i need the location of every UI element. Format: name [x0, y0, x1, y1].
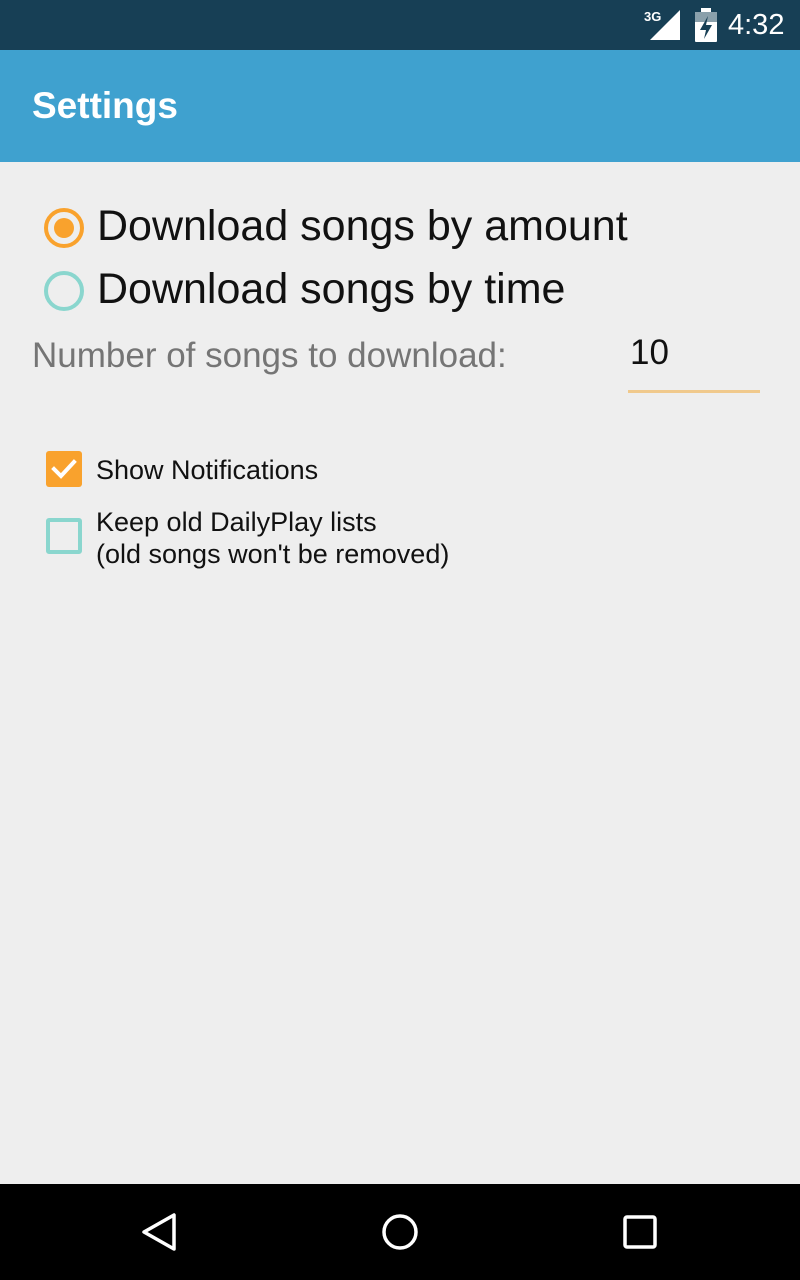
- radio-label-by-time: Download songs by time: [97, 265, 566, 313]
- recents-icon: [623, 1215, 657, 1249]
- navigation-bar: [0, 1184, 800, 1280]
- songs-amount-label: Number of songs to download:: [32, 336, 507, 375]
- page-title: Settings: [32, 85, 178, 126]
- status-clock: 4:32: [728, 9, 785, 41]
- back-button[interactable]: [100, 1184, 220, 1280]
- radio-button-unchecked[interactable]: [44, 271, 84, 311]
- home-button[interactable]: [340, 1184, 460, 1280]
- battery-charging-icon: [695, 8, 717, 42]
- keep-old-lists-sublabel: (old songs won't be removed): [96, 539, 450, 569]
- radio-button-checked[interactable]: [44, 208, 84, 248]
- keep-old-lists-label: Keep old DailyPlay lists: [96, 507, 377, 537]
- show-notifications-option[interactable]: Show Notifications: [0, 450, 800, 490]
- checkmark-icon: [51, 459, 77, 479]
- network-type-label: 3G: [644, 9, 662, 24]
- keep-old-lists-option[interactable]: Keep old DailyPlay lists (old songs won'…: [0, 504, 800, 574]
- radio-option-by-time[interactable]: Download songs by time: [0, 261, 800, 321]
- status-bar: 3G 4:32: [0, 0, 800, 50]
- radio-option-by-amount[interactable]: Download songs by amount: [0, 198, 800, 258]
- app-bar: Settings: [0, 50, 800, 162]
- radio-label-by-amount: Download songs by amount: [97, 202, 628, 250]
- checkbox-unchecked[interactable]: [46, 518, 82, 554]
- home-icon: [382, 1214, 418, 1250]
- back-icon: [142, 1213, 176, 1251]
- show-notifications-label: Show Notifications: [96, 455, 319, 485]
- songs-amount-input[interactable]: 10: [628, 333, 760, 393]
- recents-button[interactable]: [580, 1184, 700, 1280]
- checkbox-checked[interactable]: [46, 451, 82, 487]
